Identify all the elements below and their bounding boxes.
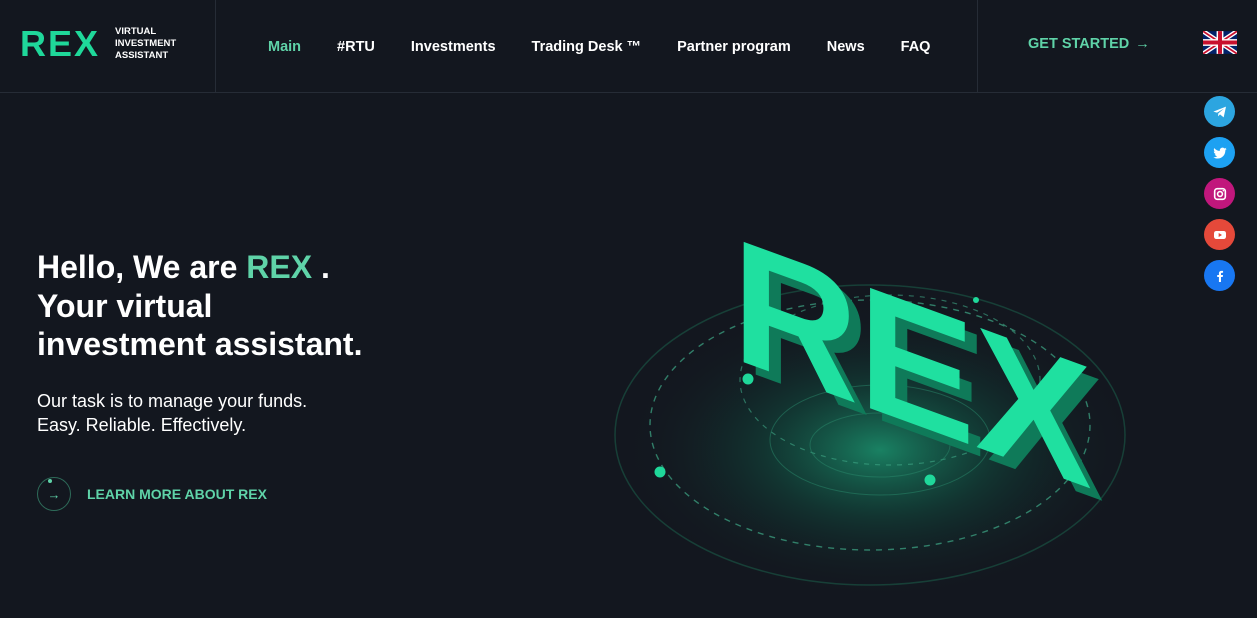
- nav-item-faq[interactable]: FAQ: [901, 39, 931, 55]
- hero-title-line: Your virtual: [37, 287, 213, 324]
- hero-subtitle-line: Easy. Reliable. Effectively.: [37, 415, 247, 435]
- hero-title-line: investment assistant.: [37, 326, 363, 362]
- arrow-right-icon: →: [1135, 36, 1150, 52]
- logo[interactable]: REX VIRTUAL INVESTMENT ASSISTANT: [0, 0, 216, 93]
- uk-flag-icon[interactable]: [1201, 29, 1239, 56]
- get-started-button[interactable]: GET STARTED →: [1028, 36, 1150, 52]
- telegram-icon[interactable]: [1204, 96, 1235, 127]
- instagram-icon[interactable]: [1204, 178, 1235, 209]
- site-header: REX VIRTUAL INVESTMENT ASSISTANT Main #R…: [0, 0, 1257, 93]
- main-nav: Main #RTU Investments Trading Desk ™ Par…: [250, 0, 948, 93]
- nav-item-rtu[interactable]: #RTU: [337, 39, 375, 55]
- get-started-label: GET STARTED: [1028, 36, 1130, 52]
- nav-item-main[interactable]: Main: [268, 39, 301, 55]
- nav-item-investments[interactable]: Investments: [411, 39, 496, 55]
- hero-subtitle-line: Our task is to manage your funds.: [37, 391, 308, 411]
- learn-more-link[interactable]: → LEARN MORE ABOUT REX: [37, 474, 267, 514]
- logo-tagline-line: INVESTMENT: [115, 38, 177, 49]
- nav-item-news[interactable]: News: [827, 39, 865, 55]
- hero-title-text: .: [312, 249, 330, 285]
- youtube-icon[interactable]: [1204, 219, 1235, 250]
- arrow-right-icon: →: [47, 486, 61, 502]
- logo-tagline-line: VIRTUAL: [115, 26, 157, 37]
- logo-tagline-line: ASSISTANT: [115, 50, 169, 61]
- social-links: [1204, 96, 1235, 301]
- learn-more-label: LEARN MORE ABOUT REX: [87, 486, 267, 502]
- header-divider: [977, 0, 978, 93]
- orbit-dot: [654, 466, 666, 478]
- hero-title-text: Hello, We are: [37, 249, 247, 285]
- nav-item-partner-program[interactable]: Partner program: [677, 39, 791, 55]
- hero-subtitle: Our task is to manage your funds. Easy. …: [37, 389, 307, 437]
- hero-title: Hello, We are REX . Your virtual investm…: [37, 248, 437, 364]
- learn-more-arrow-button[interactable]: →: [37, 477, 71, 511]
- rex-3d-illustration: REX REX: [560, 140, 1180, 613]
- facebook-icon[interactable]: [1204, 260, 1235, 291]
- hero-title-accent: REX: [246, 249, 313, 285]
- logo-wordmark: REX: [20, 23, 101, 64]
- nav-item-trading-desk[interactable]: Trading Desk ™: [532, 39, 642, 55]
- logo-tagline: VIRTUAL INVESTMENT ASSISTANT: [115, 26, 195, 62]
- twitter-icon[interactable]: [1204, 137, 1235, 168]
- learn-more-dot: [48, 479, 52, 483]
